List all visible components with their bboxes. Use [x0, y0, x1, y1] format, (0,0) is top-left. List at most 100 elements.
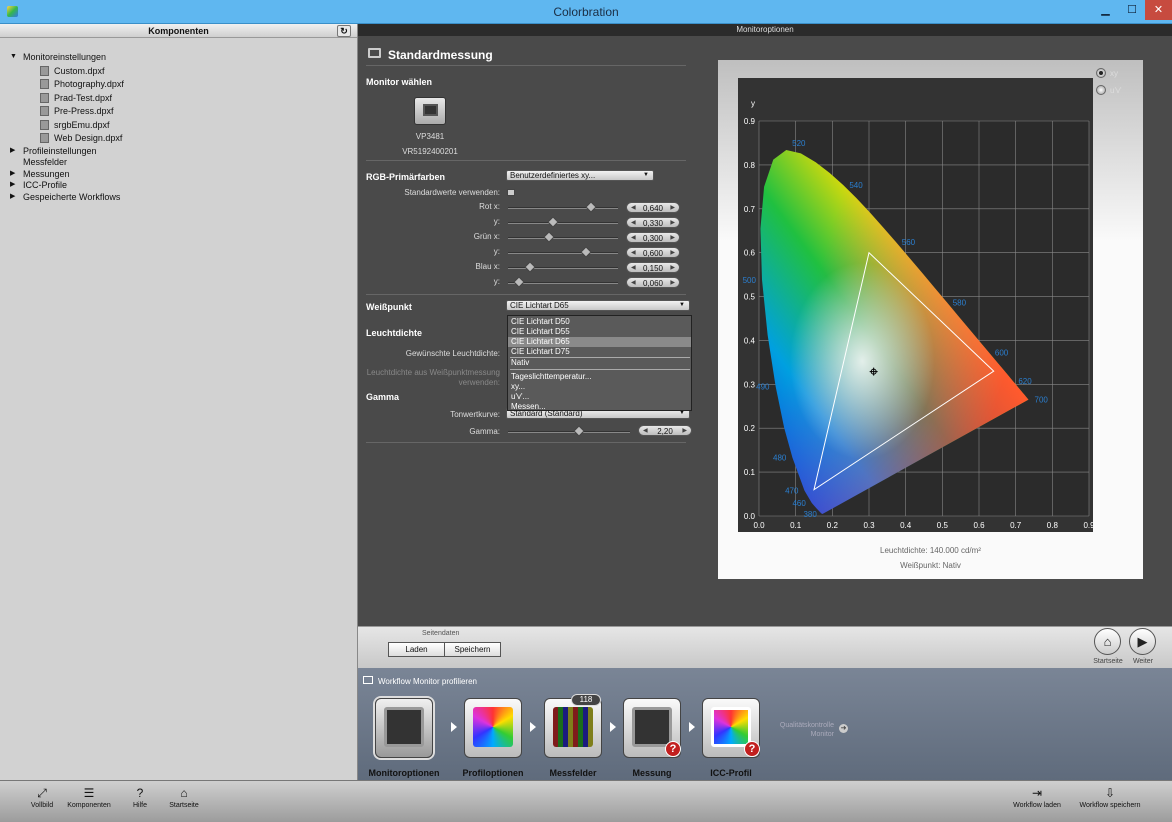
tree-item-label: Gespeicherte Workflows: [23, 191, 121, 202]
primary-slider[interactable]: [508, 201, 618, 213]
slider-thumb[interactable]: [543, 231, 555, 243]
home-label: Startseite: [1093, 658, 1123, 665]
increment-icon[interactable]: ▶: [670, 263, 675, 274]
tree-item[interactable]: ▶ Gespeicherte Workflows: [10, 191, 120, 203]
quality-control-label[interactable]: Qualitätskontrolle Monitor: [770, 721, 834, 739]
whitepoint-option[interactable]: u'v'...: [508, 392, 691, 402]
whitepoint-option[interactable]: CIE Lichtart D50: [508, 317, 691, 327]
tree-item[interactable]: ▼ Monitoreinstellungen: [10, 51, 106, 63]
monitor-small-icon: [368, 48, 381, 58]
primary-value: 0,330: [642, 219, 664, 228]
slider-thumb[interactable]: [546, 216, 559, 228]
tree-item[interactable]: ▶ Profileinstellungen: [10, 145, 97, 157]
primary-slider[interactable]: [508, 246, 618, 258]
load-button[interactable]: Laden: [388, 642, 445, 657]
load-workflow-button[interactable]: ⇥ Workflow laden: [1006, 785, 1068, 809]
refresh-icon[interactable]: ↻: [337, 25, 351, 37]
tree-file-item[interactable]: Photography.dpxf: [40, 78, 124, 90]
decrement-icon[interactable]: ◀: [631, 263, 636, 274]
decrement-icon[interactable]: ◀: [631, 203, 636, 214]
primary-stepper[interactable]: ◀ 0,300 ▶: [626, 232, 680, 243]
wavelength-label: 490: [756, 383, 770, 392]
fullscreen-button[interactable]: ⤢ Vollbild: [24, 785, 60, 809]
chevron-right-icon[interactable]: ▶: [10, 191, 18, 203]
tree-file-item[interactable]: Prad-Test.dpxf: [40, 92, 112, 104]
panel-header: Monitoroptionen: [358, 24, 1172, 36]
whitepoint-option[interactable]: Tageslichttemperatur...: [508, 372, 691, 382]
slider-thumb[interactable]: [585, 201, 597, 213]
tree-file-item[interactable]: Pre-Press.dpxf: [40, 105, 114, 117]
increment-icon[interactable]: ▶: [670, 233, 675, 244]
next-button[interactable]: ▶: [1129, 628, 1156, 655]
warning-icon: ?: [665, 741, 681, 757]
title-bar: Colorbration ▁ ☐ ✕: [0, 0, 1172, 24]
tree-file-item[interactable]: Custom.dpxf: [40, 65, 105, 77]
space-radio[interactable]: [1096, 68, 1106, 78]
whitepoint-option[interactable]: CIE Lichtart D75: [508, 347, 691, 357]
increment-icon[interactable]: ▶: [670, 248, 675, 259]
tree-file-item[interactable]: Web Design.dpxf: [40, 132, 122, 144]
primary-stepper[interactable]: ◀ 0,060 ▶: [626, 277, 680, 288]
arrow-right-icon[interactable]: ➜: [839, 724, 848, 733]
whitepoint-option[interactable]: xy...: [508, 382, 691, 392]
monitor-button[interactable]: [414, 97, 446, 125]
tone-curve-label: Tonwertkurve:: [450, 410, 500, 419]
chevron-right-icon[interactable]: ▶: [10, 168, 18, 180]
tree-item[interactable]: ▶ ICC-Profile: [10, 179, 67, 191]
whitepoint-option[interactable]: CIE Lichtart D65: [508, 337, 691, 347]
help-button[interactable]: ? Hilfe: [124, 785, 156, 809]
next-label: Weiter: [1132, 658, 1154, 665]
gamma-stepper[interactable]: ◀ 2,20 ▶: [638, 425, 692, 436]
tree-file-item[interactable]: srgbEmu.dpxf: [40, 119, 110, 131]
whitepoint-option[interactable]: Messen...: [508, 402, 691, 412]
primary-slider[interactable]: [508, 261, 618, 273]
increment-icon[interactable]: ▶: [670, 218, 675, 229]
chevron-down-icon[interactable]: ▼: [10, 51, 18, 63]
whitepoint-dropdown[interactable]: CIE Lichtart D65 ▼: [506, 300, 690, 311]
primary-slider[interactable]: [508, 231, 618, 243]
decrement-icon[interactable]: ◀: [631, 278, 636, 289]
step-patches[interactable]: [544, 698, 602, 758]
tree-item[interactable]: ▶ Messungen: [10, 168, 70, 180]
primary-slider[interactable]: [508, 276, 618, 288]
primary-slider[interactable]: [508, 216, 618, 228]
space-radio[interactable]: [1096, 85, 1106, 95]
space-radio-label[interactable]: xy: [1110, 69, 1118, 78]
decrement-icon[interactable]: ◀: [631, 248, 636, 259]
slider-thumb[interactable]: [524, 261, 537, 273]
rgb-preset-dropdown[interactable]: Benutzerdefiniertes xy... ▼: [506, 170, 654, 181]
chevron-right-icon[interactable]: ▶: [10, 145, 18, 157]
load-workflow-label: Workflow laden: [1013, 802, 1061, 809]
decrement-icon[interactable]: ◀: [631, 218, 636, 229]
save-workflow-button[interactable]: ⇩ Workflow speichern: [1072, 785, 1148, 809]
maximize-button[interactable]: ☐: [1119, 0, 1145, 20]
home-toolbar-button[interactable]: ⌂ Startseite: [164, 785, 204, 809]
home-button[interactable]: ⌂: [1094, 628, 1121, 655]
decrement-icon[interactable]: ◀: [631, 233, 636, 244]
chevron-right-icon[interactable]: ▶: [10, 179, 18, 191]
components-button[interactable]: ☰ Komponenten: [62, 785, 116, 809]
gamma-slider[interactable]: [508, 425, 630, 437]
primary-stepper[interactable]: ◀ 0,330 ▶: [626, 217, 680, 228]
minimize-button[interactable]: ▁: [1092, 0, 1119, 20]
primary-stepper[interactable]: ◀ 0,640 ▶: [626, 202, 680, 213]
save-workflow-label: Workflow speichern: [1079, 802, 1141, 809]
whitepoint-option[interactable]: Nativ: [508, 358, 691, 368]
step-monitor-options[interactable]: [375, 698, 433, 758]
y-tick-label: 0.8: [744, 161, 756, 170]
default-values-checkbox[interactable]: [507, 189, 515, 196]
primary-stepper[interactable]: ◀ 0,150 ▶: [626, 262, 680, 273]
help-label: Hilfe: [132, 802, 147, 809]
slider-thumb[interactable]: [580, 246, 592, 258]
tree-item[interactable]: Messfelder: [10, 156, 67, 168]
space-radio-label[interactable]: u'v': [1110, 86, 1122, 95]
save-button[interactable]: Speichern: [444, 642, 501, 657]
slider-thumb[interactable]: [513, 276, 526, 288]
primary-stepper[interactable]: ◀ 0,600 ▶: [626, 247, 680, 258]
close-button[interactable]: ✕: [1145, 0, 1172, 20]
step-profile-options[interactable]: [464, 698, 522, 758]
increment-icon[interactable]: ▶: [670, 278, 675, 289]
slider-thumb[interactable]: [573, 425, 585, 437]
increment-icon[interactable]: ▶: [670, 203, 675, 214]
whitepoint-option[interactable]: CIE Lichtart D55: [508, 327, 691, 337]
